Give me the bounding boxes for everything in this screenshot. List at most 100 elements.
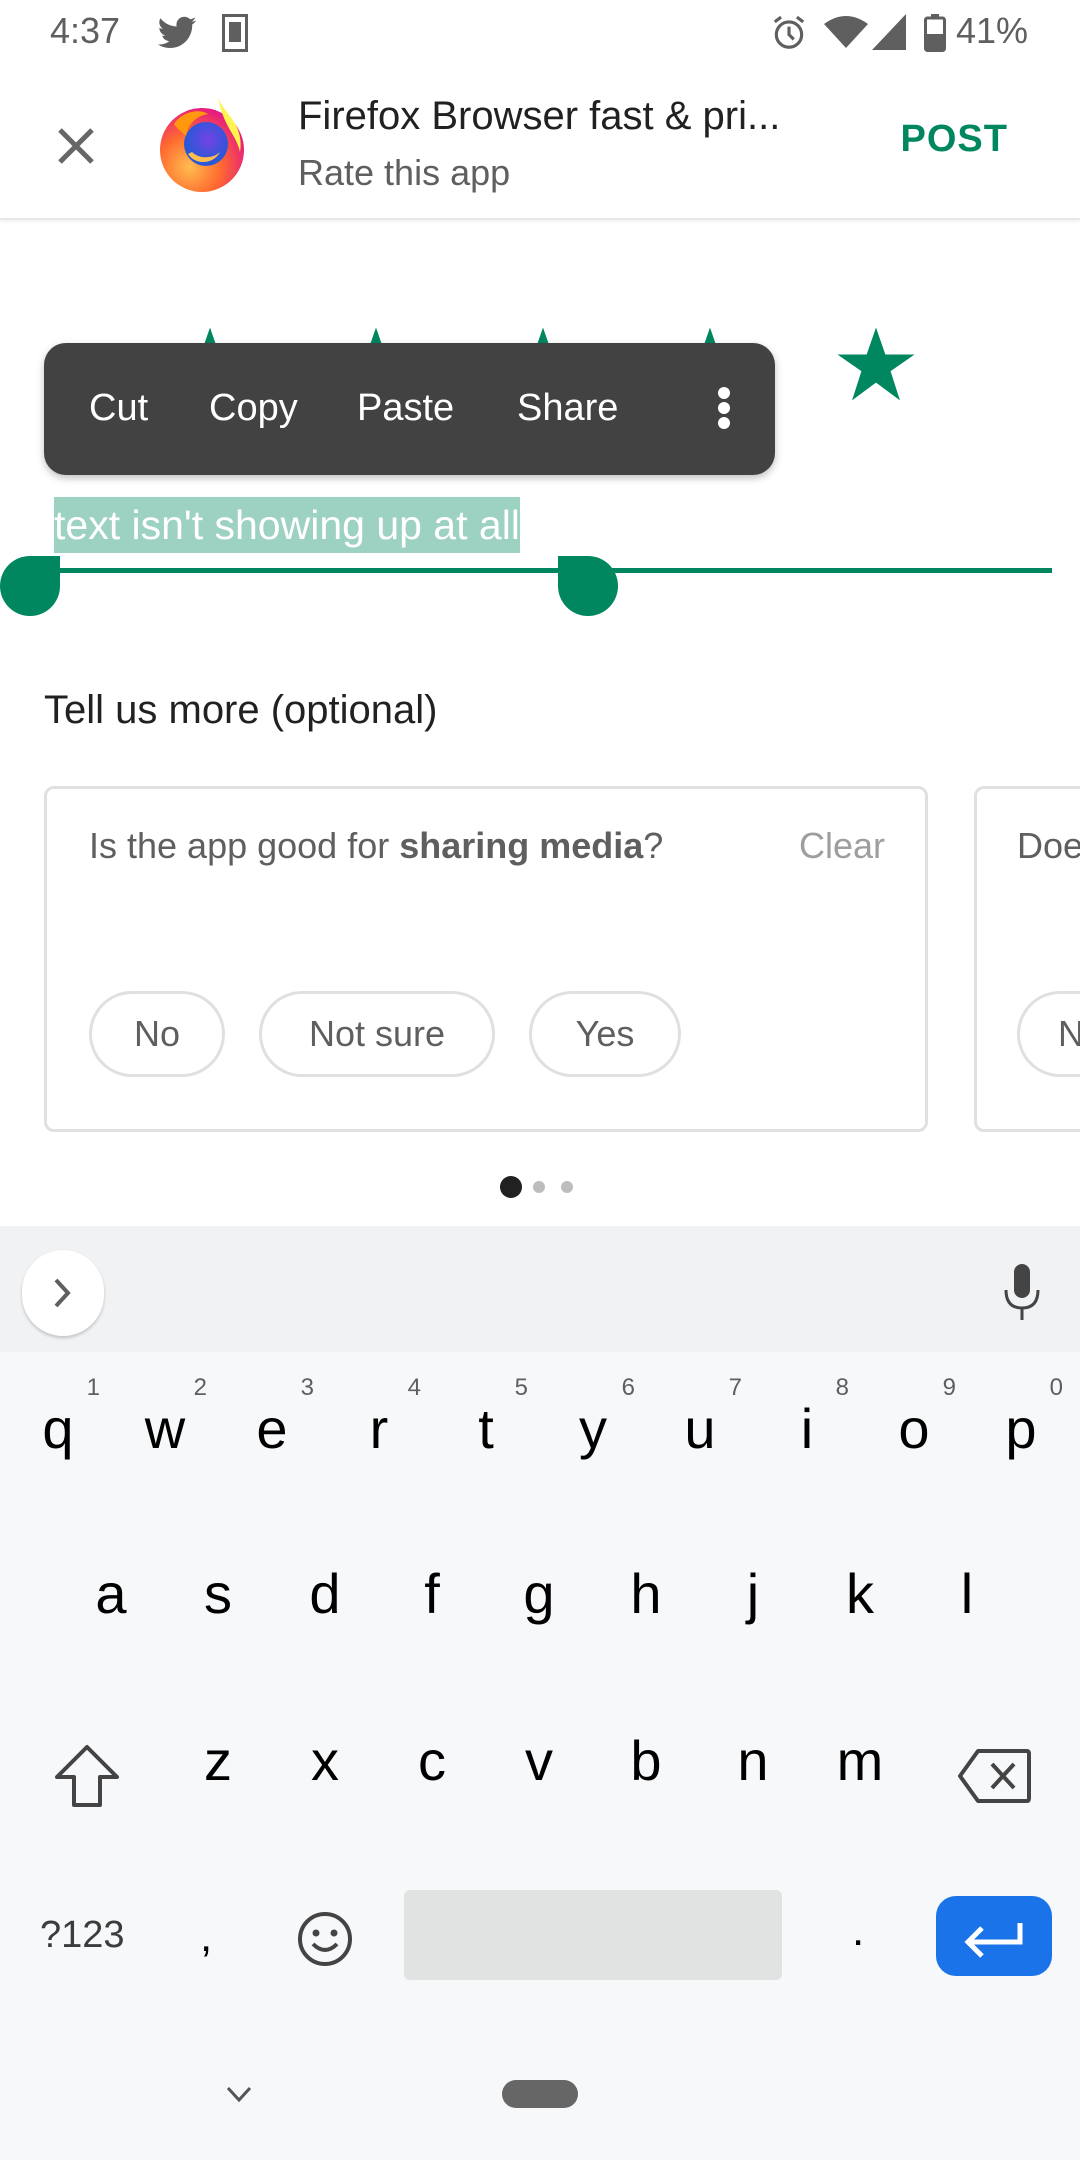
tell-us-more-title: Tell us more (optional)	[44, 688, 438, 732]
status-time: 4:37	[50, 10, 121, 51]
key-j[interactable]: j	[703, 1531, 803, 1671]
key-a[interactable]: a	[61, 1531, 161, 1671]
selected-review-text[interactable]: text isn't showing up at all	[54, 497, 520, 553]
keyboard-toolbar	[0, 1226, 1080, 1352]
enter-key[interactable]	[936, 1896, 1052, 1976]
backspace-icon[interactable]	[956, 1748, 1032, 1804]
key-label: k	[846, 1562, 874, 1625]
selection-handle-start[interactable]	[0, 556, 60, 616]
key-p[interactable]: 0p	[971, 1366, 1071, 1506]
key-i[interactable]: 8i	[757, 1366, 857, 1506]
key-z[interactable]: z	[168, 1698, 268, 1838]
key-e[interactable]: 3e	[222, 1366, 322, 1506]
firefox-logo	[160, 98, 244, 192]
key-label: c	[418, 1729, 446, 1792]
home-gesture-handle[interactable]	[502, 2080, 578, 2108]
key-t[interactable]: 5t	[436, 1366, 536, 1506]
key-label: n	[737, 1729, 769, 1792]
input-underline	[54, 568, 1052, 573]
text-selection-menu: Cut Copy Paste Share	[44, 343, 775, 475]
page-dot	[561, 1181, 573, 1193]
question-text: Is the app good for sharing media?	[89, 825, 664, 866]
kindle-icon	[222, 14, 248, 52]
key-n[interactable]: n	[703, 1698, 803, 1838]
key-r[interactable]: 4r	[329, 1366, 429, 1506]
key-c[interactable]: c	[382, 1698, 482, 1838]
key-label: u	[684, 1397, 716, 1460]
microphone-icon[interactable]	[1000, 1264, 1044, 1324]
key-label: y	[579, 1397, 607, 1460]
key-label: e	[256, 1397, 288, 1460]
key-label: x	[311, 1729, 339, 1792]
key-y[interactable]: 6y	[543, 1366, 643, 1506]
key-label: z	[204, 1729, 232, 1792]
emoji-icon[interactable]	[296, 1910, 354, 1968]
selection-handle-end[interactable]	[558, 556, 618, 616]
key-f[interactable]: f	[382, 1531, 482, 1671]
key-label: q	[42, 1397, 74, 1460]
key-label: r	[369, 1397, 389, 1460]
app-title: Firefox Browser fast & pri...	[298, 94, 781, 138]
question-card-next[interactable]: Doe N	[974, 786, 1080, 1132]
key-k[interactable]: k	[810, 1531, 910, 1671]
key-v[interactable]: v	[489, 1698, 589, 1838]
answer-yes-chip[interactable]: Yes	[529, 991, 681, 1077]
answer-no-chip[interactable]: N	[1017, 991, 1080, 1077]
status-bar: 4:37 41%	[0, 0, 1080, 66]
page-dot-active	[500, 1176, 522, 1198]
key-q[interactable]: 1q	[8, 1366, 108, 1506]
key-label: g	[523, 1562, 555, 1625]
hide-keyboard-icon[interactable]	[222, 2082, 256, 2106]
wifi-icon	[824, 16, 868, 48]
more-vert-icon[interactable]	[704, 383, 744, 433]
key-s[interactable]: s	[168, 1531, 268, 1671]
keyboard-expand-button[interactable]	[22, 1250, 104, 1336]
post-button[interactable]: POST	[901, 118, 1008, 161]
comma-key[interactable]: ,	[200, 1912, 212, 1962]
key-u[interactable]: 7u	[650, 1366, 750, 1506]
key-label: p	[1005, 1397, 1037, 1460]
cut-button[interactable]: Cut	[89, 387, 148, 430]
answer-no-chip[interactable]: No	[89, 991, 225, 1077]
review-text-field[interactable]: text isn't showing up at all	[0, 494, 1052, 616]
clear-button[interactable]: Clear	[799, 825, 885, 867]
key-label: i	[800, 1397, 814, 1460]
close-icon[interactable]	[46, 116, 106, 176]
key-label: l	[960, 1562, 974, 1625]
cell-signal-icon	[872, 14, 906, 50]
answer-not-sure-chip[interactable]: Not sure	[259, 991, 495, 1077]
question-text: Doe	[1017, 825, 1080, 866]
chevron-right-icon	[54, 1278, 71, 1308]
key-label: w	[144, 1397, 186, 1460]
copy-button[interactable]: Copy	[209, 387, 298, 430]
key-l[interactable]: l	[917, 1531, 1017, 1671]
key-b[interactable]: b	[596, 1698, 696, 1838]
key-label: m	[836, 1729, 884, 1792]
twitter-icon	[157, 16, 197, 48]
key-label: t	[478, 1397, 494, 1460]
battery-icon	[924, 14, 946, 52]
key-d[interactable]: d	[275, 1531, 375, 1671]
key-label: v	[525, 1729, 553, 1792]
key-m[interactable]: m	[810, 1698, 910, 1838]
shift-icon[interactable]	[52, 1744, 122, 1808]
rate-app-header: Firefox Browser fast & pri... Rate this …	[0, 66, 1080, 220]
key-label: d	[309, 1562, 341, 1625]
enter-icon	[964, 1923, 1023, 1958]
alarm-icon	[773, 15, 805, 49]
key-label: h	[630, 1562, 662, 1625]
star-5[interactable]	[836, 325, 916, 405]
key-x[interactable]: x	[275, 1698, 375, 1838]
key-w[interactable]: 2w	[115, 1366, 215, 1506]
symbols-key[interactable]: ?123	[40, 1914, 125, 1957]
keyboard: 1q2w3e4r5t6y7u8i9o0p a s d f g h j k l z x c v b n m ?12…	[0, 1226, 1080, 2160]
battery-percent: 41%	[955, 10, 1028, 51]
key-g[interactable]: g	[489, 1531, 589, 1671]
app-subtitle: Rate this app	[298, 152, 511, 193]
key-o[interactable]: 9o	[864, 1366, 964, 1506]
share-button[interactable]: Share	[517, 387, 618, 430]
paste-button[interactable]: Paste	[357, 387, 454, 430]
space-key[interactable]	[404, 1890, 782, 1980]
key-h[interactable]: h	[596, 1531, 696, 1671]
period-key[interactable]: .	[852, 1906, 864, 1956]
